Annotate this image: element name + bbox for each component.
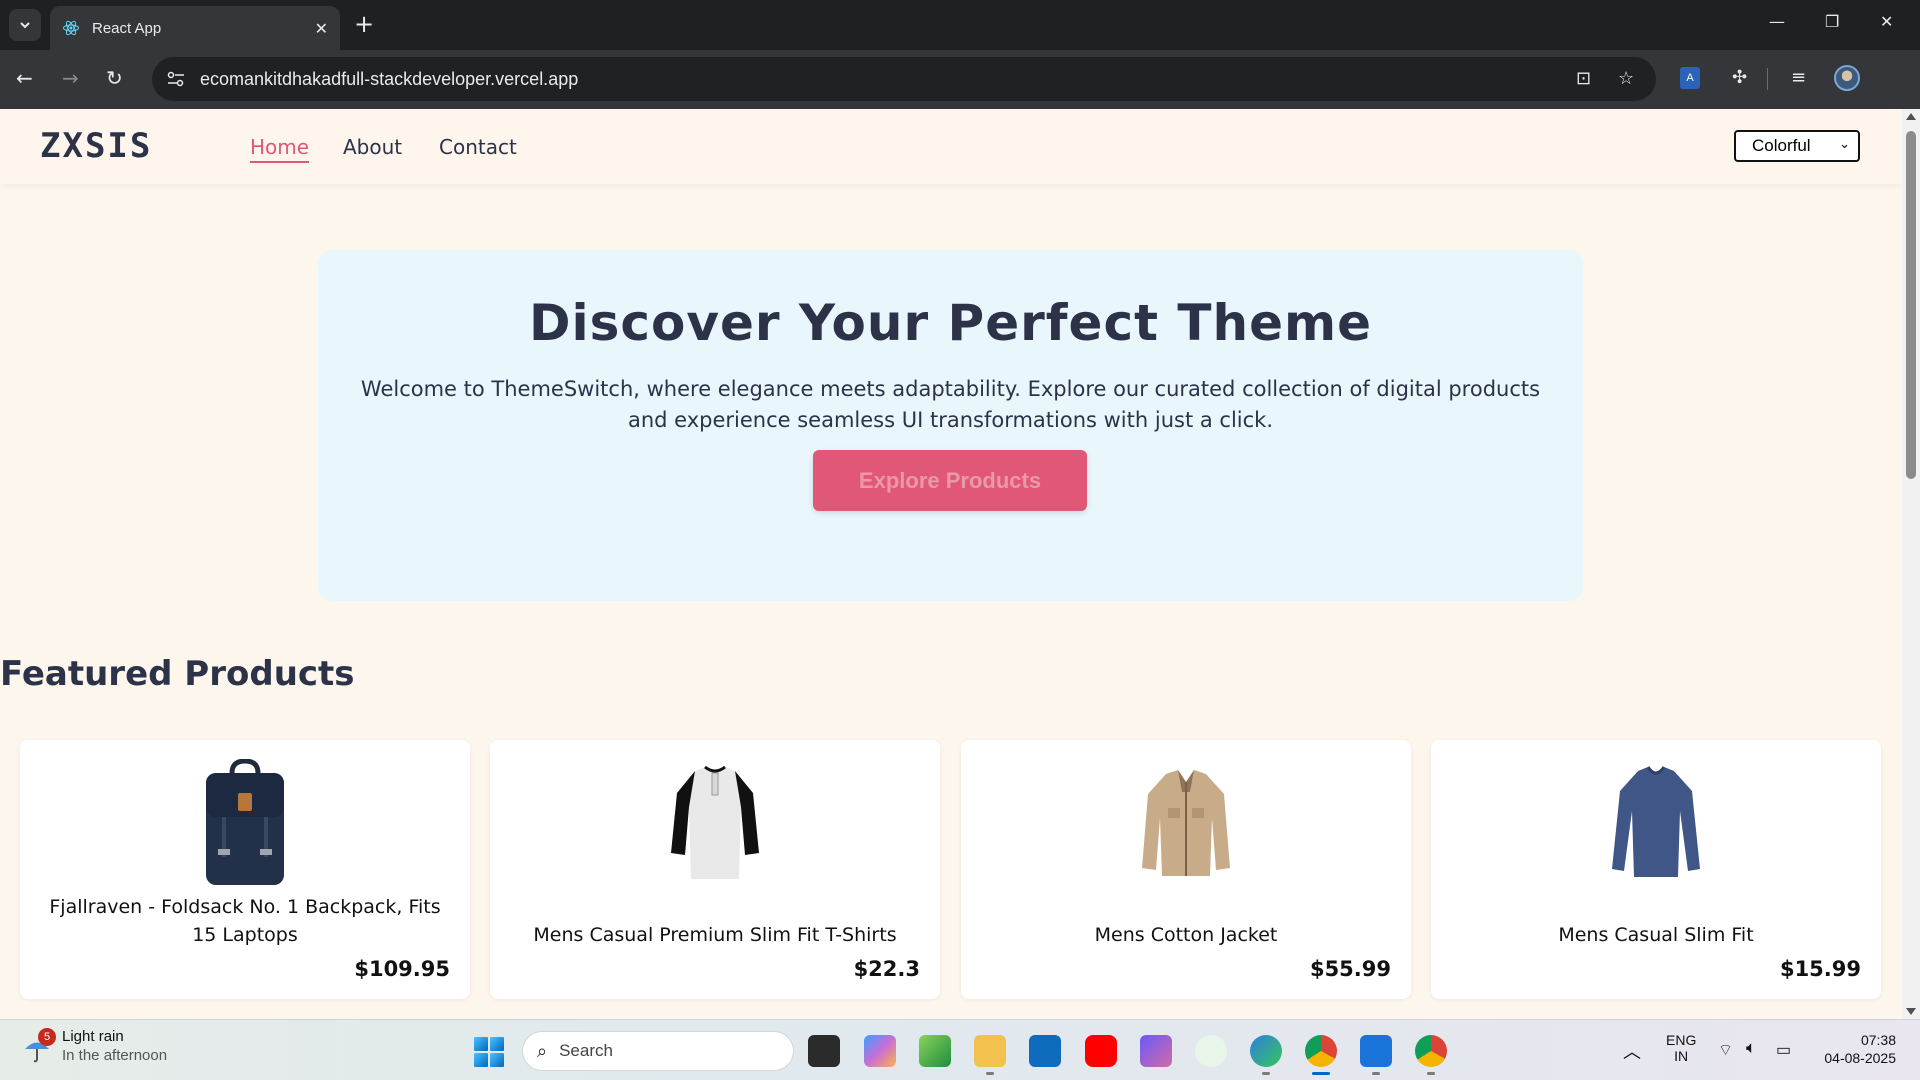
restore-icon[interactable]: ❐ — [1825, 12, 1839, 31]
mongodb-compass-icon[interactable] — [1195, 1035, 1227, 1067]
nav-link-home[interactable]: Home — [250, 135, 310, 163]
product-title[interactable]: Fjallraven - Foldsack No. 1 Backpack, Fi… — [40, 893, 450, 949]
minimize-icon[interactable]: — — [1769, 12, 1785, 31]
running-indicator — [1427, 1072, 1435, 1075]
battery-icon[interactable]: ▭ — [1776, 1040, 1791, 1060]
media-control-icon[interactable]: ≡ — [1791, 68, 1806, 88]
browser-toolbar: ← → ↻ ecomankitdhakadfull-stackdeveloper… — [0, 50, 1920, 109]
scrollbar-thumb[interactable] — [1906, 131, 1916, 479]
address-bar[interactable]: ecomankitdhakadfull-stackdeveloper.verce… — [152, 57, 1656, 101]
page-viewport: ZXSIS Home About Contact Colorful ⌄ Disc… — [0, 109, 1902, 1019]
theme-select-value: Colorful — [1752, 136, 1811, 155]
featured-products-title: Featured Products — [0, 654, 355, 694]
product-card[interactable]: Mens Casual Slim Fit $15.99 — [1431, 740, 1881, 999]
backpack-image[interactable] — [195, 758, 295, 888]
install-app-icon[interactable]: ⊡ — [1576, 68, 1591, 89]
new-tab-button[interactable]: + — [354, 12, 374, 36]
umbrella-rain-icon: 5 — [22, 1028, 56, 1064]
toolbar-divider — [1767, 68, 1768, 90]
running-indicator — [1262, 1072, 1270, 1075]
hero-title: Discover Your Perfect Theme — [528, 294, 1373, 352]
product-card[interactable]: Mens Cotton Jacket $55.99 — [961, 740, 1411, 999]
clock-date: 04-08-2025 — [1824, 1050, 1896, 1066]
site-logo[interactable]: ZXSIS — [40, 126, 152, 166]
nav-link-contact[interactable]: Contact — [439, 135, 517, 159]
copilot-icon[interactable] — [864, 1035, 896, 1067]
browser-tab-bar: React App ✕ + — ❐ ✕ — [0, 0, 1920, 50]
m365-copilot-icon[interactable] — [1140, 1035, 1172, 1067]
site-info-icon[interactable] — [164, 67, 188, 91]
active-indicator — [1312, 1072, 1330, 1075]
scroll-up-arrow-icon[interactable] — [1906, 113, 1916, 120]
product-card[interactable]: Mens Casual Premium Slim Fit T-Shirts $2… — [490, 740, 940, 999]
tab-title: React App — [92, 19, 162, 37]
outlook-icon[interactable] — [1029, 1035, 1061, 1067]
back-arrow-icon[interactable]: ← — [16, 66, 33, 90]
site-header: ZXSIS Home About Contact Colorful ⌄ — [0, 109, 1902, 184]
close-window-icon[interactable]: ✕ — [1880, 12, 1893, 31]
extensions-puzzle-icon[interactable]: ✣ — [1732, 68, 1747, 88]
explore-products-button[interactable]: Explore Products — [813, 450, 1087, 511]
product-price: $55.99 — [1309, 957, 1391, 981]
windows-taskbar: 5 Light rain In the afternoon ⌕ Search ︿… — [0, 1019, 1920, 1080]
chevron-down-icon — [20, 22, 30, 29]
chrome-profile-icon[interactable] — [1415, 1035, 1447, 1067]
longsleeve-image[interactable] — [1606, 758, 1706, 888]
language-indicator[interactable]: ENG IN — [1666, 1032, 1696, 1064]
product-card[interactable]: Fjallraven - Foldsack No. 1 Backpack, Fi… — [20, 740, 470, 999]
search-icon: ⌕ — [537, 1040, 548, 1062]
region-code: IN — [1674, 1048, 1689, 1064]
scroll-down-arrow-icon[interactable] — [1906, 1008, 1916, 1015]
weather-alert-badge: 5 — [38, 1028, 56, 1046]
clock[interactable]: 07:38 04-08-2025 — [1816, 1032, 1896, 1066]
product-price: $15.99 — [1779, 957, 1861, 981]
running-indicator — [1372, 1072, 1380, 1075]
chrome-icon[interactable] — [1305, 1035, 1337, 1067]
profile-avatar[interactable] — [1834, 65, 1860, 91]
hero-section: Discover Your Perfect Theme Welcome to T… — [318, 250, 1583, 601]
react-logo-icon — [63, 20, 79, 36]
reload-icon[interactable]: ↻ — [106, 66, 123, 90]
jacket-image[interactable] — [1136, 758, 1236, 888]
bookmark-star-icon[interactable]: ☆ — [1618, 68, 1634, 89]
clock-time: 07:38 — [1860, 1032, 1896, 1048]
theme-select[interactable]: Colorful ⌄ — [1734, 130, 1860, 162]
nav-link-about[interactable]: About — [343, 135, 402, 159]
taskbar-search-placeholder: Search — [559, 1041, 613, 1060]
task-view-icon[interactable] — [808, 1035, 840, 1067]
weather-detail: In the afternoon — [62, 1047, 168, 1064]
hero-description: Welcome to ThemeSwitch, where elegance m… — [360, 377, 1541, 432]
browser-tab[interactable]: React App ✕ — [50, 6, 340, 50]
show-hidden-icons-chevron-icon[interactable]: ︿ — [1623, 1038, 1641, 1064]
stocks-app-icon[interactable] — [919, 1035, 951, 1067]
edge-icon[interactable] — [1250, 1035, 1282, 1067]
youtube-icon[interactable] — [1085, 1035, 1117, 1067]
product-price: $22.3 — [853, 957, 920, 981]
translate-extension-icon[interactable]: A — [1680, 67, 1700, 89]
running-indicator — [986, 1072, 994, 1075]
tshirt-image[interactable] — [665, 758, 765, 888]
weather-widget[interactable]: 5 Light rain In the afternoon — [22, 1028, 167, 1064]
page-scrollbar[interactable] — [1902, 109, 1920, 1019]
url-text: ecomankitdhakadfull-stackdeveloper.verce… — [200, 68, 579, 89]
product-title[interactable]: Mens Casual Slim Fit — [1451, 921, 1861, 949]
tab-search-button[interactable] — [9, 9, 41, 41]
language-code: ENG — [1666, 1032, 1697, 1048]
close-tab-icon[interactable]: ✕ — [315, 19, 328, 38]
product-title[interactable]: Mens Cotton Jacket — [981, 921, 1391, 949]
windows-start-icon[interactable] — [474, 1037, 504, 1067]
file-explorer-icon[interactable] — [974, 1035, 1006, 1067]
wifi-icon[interactable]: ⌔ — [1718, 1040, 1733, 1060]
weather-condition: Light rain — [62, 1028, 124, 1045]
product-price: $109.95 — [354, 957, 450, 981]
product-title[interactable]: Mens Casual Premium Slim Fit T-Shirts — [510, 921, 920, 949]
chevron-down-icon: ⌄ — [1839, 136, 1850, 151]
forward-arrow-icon[interactable]: → — [62, 66, 79, 90]
taskbar-search[interactable]: ⌕ Search — [522, 1031, 794, 1071]
volume-icon[interactable]: 🔈︎ — [1746, 1038, 1756, 1058]
vscode-icon[interactable] — [1360, 1035, 1392, 1067]
